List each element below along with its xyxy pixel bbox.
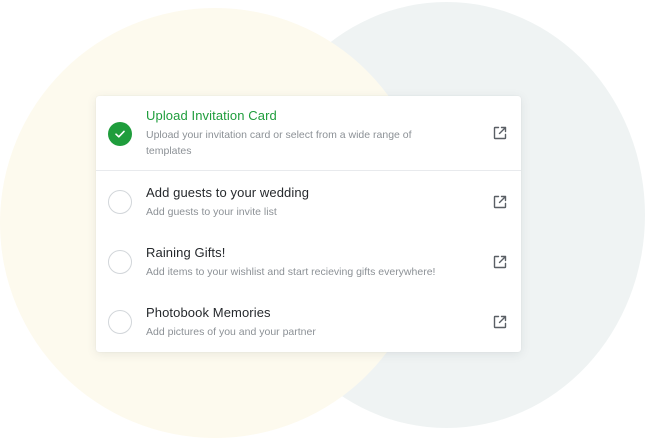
task-title: Raining Gifts! [146,245,226,260]
task-description: Add pictures of you and your partner [146,326,316,338]
task-title: Photobook Memories [146,305,271,320]
check-icon [115,130,125,138]
task-incomplete-indicator[interactable] [108,190,132,214]
task-title: Add guests to your wedding [146,185,310,200]
task-item-photobook-memories[interactable]: Photobook Memories Add pictures of you a… [96,292,521,352]
external-link-icon[interactable] [492,254,508,270]
task-item-raining-gifts[interactable]: Raining Gifts! Add items to your wishlis… [96,232,521,292]
task-incomplete-indicator[interactable] [108,250,132,274]
external-link-icon[interactable] [492,125,508,141]
task-item-upload-invitation-card[interactable]: Upload Invitation Card Upload your invit… [96,96,521,171]
task-title: Upload Invitation Card [146,108,277,123]
task-incomplete-indicator[interactable] [108,310,132,334]
external-link-icon[interactable] [492,194,508,210]
task-description: Upload your invitation card or select fr… [146,129,412,157]
task-description: Add items to your wishlist and start rec… [146,266,436,278]
task-description: Add guests to your invite list [146,206,277,218]
task-item-add-guests[interactable]: Add guests to your wedding Add guests to… [96,172,521,232]
task-completed-indicator[interactable] [108,122,132,146]
external-link-icon[interactable] [492,314,508,330]
task-checklist-card: Upload Invitation Card Upload your invit… [96,96,521,352]
